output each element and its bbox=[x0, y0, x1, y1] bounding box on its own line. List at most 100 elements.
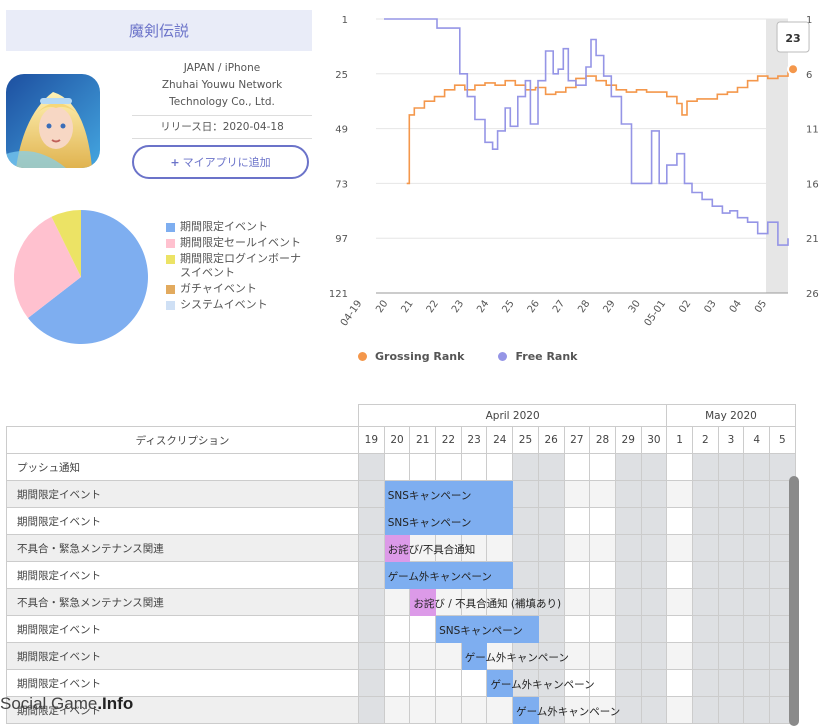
day-cell bbox=[691, 588, 719, 616]
day-cell bbox=[512, 453, 539, 481]
day-cell bbox=[640, 507, 668, 535]
blank-cell bbox=[7, 405, 359, 427]
day-cell bbox=[409, 642, 437, 670]
calendar-row: プッシュ通知 bbox=[6, 453, 796, 481]
day-header: 30 bbox=[640, 426, 668, 454]
highlight-band bbox=[766, 19, 788, 293]
event-bar-label: SNSキャンペーン bbox=[387, 517, 472, 529]
day-cell bbox=[563, 453, 591, 481]
day-header: 1 bbox=[666, 426, 693, 454]
day-cell bbox=[717, 480, 745, 508]
day-cell bbox=[435, 453, 462, 481]
day-header: 19 bbox=[358, 426, 385, 454]
x-tick-label: 28 bbox=[576, 298, 592, 315]
day-cell bbox=[666, 534, 693, 562]
day-cell: ゲーム外キャンペーン bbox=[383, 561, 514, 589]
row-description: 期間限定イベント bbox=[6, 561, 359, 589]
day-cell bbox=[640, 453, 668, 481]
day-cell bbox=[537, 507, 565, 535]
day-cell bbox=[409, 696, 437, 724]
row-description: 不具合・緊急メンテナンス関連 bbox=[6, 588, 359, 616]
rank-chart: 1 125 649 1173 1697 21121 2604-19 20 21 22 23 24 25 2… bbox=[329, 15, 819, 329]
x-tick-label: 25 bbox=[500, 298, 516, 315]
pie-legend-item: 期間限定ログインボーナスイベント bbox=[166, 252, 306, 280]
event-bar[interactable]: お詫び / 不具合通知 (補填あり) bbox=[410, 589, 561, 616]
event-bar-label: お詫び / 不具合通知 (補填あり) bbox=[413, 598, 562, 610]
day-cell bbox=[589, 588, 616, 616]
day-cell bbox=[691, 615, 719, 643]
day-cell bbox=[358, 534, 385, 562]
x-tick-label: 23 bbox=[450, 298, 466, 315]
event-bar[interactable]: SNSキャンペーン bbox=[436, 616, 539, 643]
day-cell bbox=[743, 696, 770, 724]
event-bar[interactable]: ゲーム外キャンペーン bbox=[487, 670, 595, 697]
day-cell bbox=[563, 480, 591, 508]
day-cell bbox=[563, 588, 591, 616]
day-cell bbox=[743, 615, 770, 643]
add-my-app-button[interactable]: + マイアプリに追加 bbox=[132, 145, 309, 179]
release-date: リリース日：2020-04-18 bbox=[132, 118, 312, 139]
day-cell bbox=[435, 669, 462, 697]
x-tick-label: 02 bbox=[677, 298, 693, 315]
event-bar[interactable]: ゲーム外キャンペーン bbox=[513, 697, 620, 724]
calendar-row: 期間限定イベント ゲーム外キャンペーン bbox=[6, 561, 796, 589]
day-cell bbox=[383, 588, 411, 616]
legend-swatch bbox=[166, 285, 175, 294]
event-bar[interactable]: SNSキャンペーン bbox=[384, 508, 514, 535]
calendar-row: 期間限定イベント SNSキャンペーン bbox=[6, 507, 796, 535]
pie-legend-label: 期間限定ログインボーナスイベント bbox=[180, 252, 301, 279]
event-pie-chart bbox=[14, 210, 148, 344]
x-tick-label: 29 bbox=[601, 298, 617, 315]
event-bar[interactable]: ゲーム外キャンペーン bbox=[461, 643, 569, 670]
pie-legend: 期間限定イベント 期間限定セールイベント 期間限定ログインボーナスイベント ガチャイベ… bbox=[166, 220, 306, 314]
right-tick-label: 21 bbox=[806, 234, 819, 245]
month-header: May 2020 bbox=[666, 404, 796, 427]
day-cell bbox=[589, 561, 616, 589]
day-cell bbox=[383, 453, 411, 481]
calendar-row: 期間限定イベント ゲーム外キャンペーン bbox=[6, 669, 796, 697]
row-description: 期間限定イベント bbox=[6, 507, 359, 535]
day-cell bbox=[614, 507, 642, 535]
day-cell bbox=[717, 534, 745, 562]
event-bar[interactable]: SNSキャンペーン bbox=[384, 481, 514, 508]
day-header: 27 bbox=[563, 426, 591, 454]
day-cell bbox=[460, 453, 488, 481]
watermark: Social Game.Info bbox=[0, 694, 133, 714]
day-cell bbox=[614, 453, 642, 481]
day-header: 3 bbox=[717, 426, 745, 454]
right-tick-label: 11 bbox=[806, 125, 819, 136]
day-cell bbox=[614, 642, 642, 670]
day-cell: SNSキャンペーン bbox=[435, 615, 539, 643]
day-cell bbox=[743, 507, 770, 535]
x-tick-label: 26 bbox=[526, 298, 542, 315]
day-header: 4 bbox=[743, 426, 770, 454]
row-description: プッシュ通知 bbox=[6, 453, 359, 481]
x-tick-label: 30 bbox=[627, 298, 643, 315]
day-cell bbox=[486, 534, 514, 562]
calendar-table: April 2020 May 2020 ディスクリプション 19 20 21 22 23 24 2… bbox=[6, 404, 796, 724]
event-bar-label: ゲーム外キャンペーン bbox=[464, 652, 569, 664]
day-header: 22 bbox=[435, 426, 462, 454]
day-cell bbox=[640, 642, 668, 670]
event-bar[interactable]: お詫び/不具合通知 bbox=[384, 535, 475, 562]
day-cell bbox=[537, 453, 565, 481]
description-header: ディスクリプション bbox=[6, 426, 359, 454]
day-cell bbox=[743, 669, 770, 697]
pie-legend-item: ガチャイベント bbox=[166, 282, 306, 296]
event-bar[interactable]: ゲーム外キャンペーン bbox=[384, 562, 514, 589]
day-header: 21 bbox=[409, 426, 437, 454]
grossing-last-point[interactable] bbox=[787, 63, 800, 76]
legend-grossing[interactable]: Grossing Rank bbox=[358, 350, 464, 363]
left-tick-label: 97 bbox=[335, 234, 348, 245]
event-bar-label: SNSキャンペーン bbox=[387, 490, 472, 502]
legend-free-label: Free Rank bbox=[515, 350, 578, 363]
legend-free[interactable]: Free Rank bbox=[498, 350, 577, 363]
pie-legend-label: 期間限定セールイベント bbox=[180, 236, 301, 249]
pie-legend-item: システムイベント bbox=[166, 298, 306, 312]
day-cell bbox=[563, 507, 591, 535]
day-cell bbox=[512, 507, 539, 535]
calendar-scrollbar[interactable] bbox=[789, 476, 799, 726]
day-cell bbox=[358, 480, 385, 508]
day-cell bbox=[383, 669, 411, 697]
day-cell bbox=[589, 507, 616, 535]
